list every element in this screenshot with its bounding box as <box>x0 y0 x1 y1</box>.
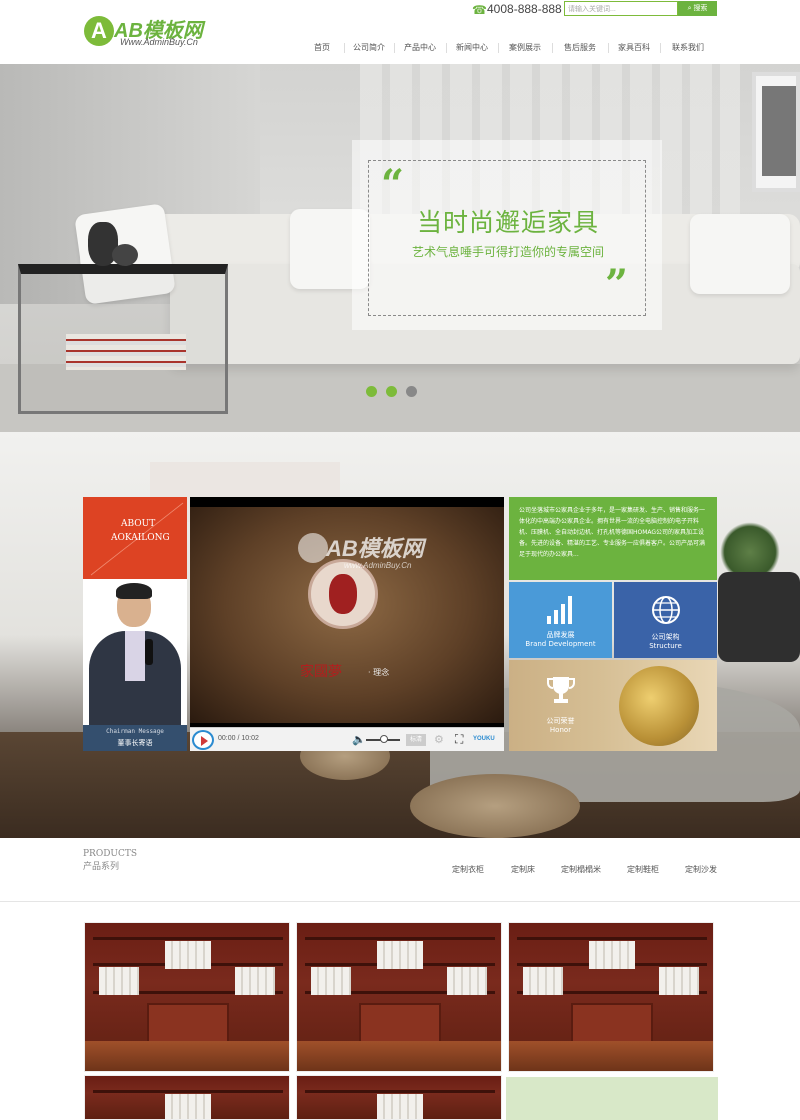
banner-picture-frame <box>752 72 800 192</box>
play-button[interactable] <box>192 730 214 750</box>
product-card[interactable] <box>296 1075 502 1120</box>
trophy-icon <box>547 677 575 703</box>
tile-label-cn: 公司荣誉 <box>546 717 575 725</box>
volume-icon[interactable]: 🔈 <box>352 733 366 746</box>
quality-button[interactable]: 标清 <box>406 734 426 746</box>
header: A AB模板网 Www.AdminBuy.Cn ☎4008-888-888 请输… <box>0 0 800 64</box>
search-input[interactable]: 请输入关键词... <box>564 1 678 16</box>
video-watermark-url: www.AdminBuy.Cn <box>344 561 412 570</box>
video-controls: 00:00 / 10:02 🔈 标清 ⚙ ⛶ YOUKU <box>190 727 504 751</box>
banner-quote-frame: “ 当时尚邂逅家具 艺术气息唾手可得打造你的专属空间 ” <box>368 160 646 316</box>
slider-dot-active[interactable] <box>366 386 377 397</box>
hotline: ☎4008-888-888 <box>472 2 562 16</box>
close-quote-icon: ” <box>605 261 629 308</box>
tab-shoe-cabinet[interactable]: 定制鞋柜 <box>627 864 659 875</box>
tab-tatami[interactable]: 定制榻榻米 <box>561 864 601 875</box>
product-card[interactable] <box>84 922 290 1072</box>
tile-honor[interactable]: 公司荣誉 Honor <box>509 660 717 751</box>
vase <box>112 244 138 266</box>
about-label-en: ABOUT <box>121 519 156 529</box>
chairman-photo-bg <box>83 579 187 725</box>
slider-dots <box>366 386 426 400</box>
about-intro-box[interactable]: 公司坐落城市公家具企业于多年，是一家集研发、生产、销售和服务一体化的中高端办公家… <box>509 497 717 580</box>
settings-icon[interactable]: ⚙ <box>434 733 444 746</box>
video-caption-sub: · 理念 <box>368 668 390 677</box>
product-card-placeholder <box>506 1077 718 1120</box>
tile-structure[interactable]: 公司架构 Structure <box>614 582 717 658</box>
nav-item-news[interactable]: 新闻中心 <box>446 38 498 58</box>
about-label-company: AOKAILONG <box>111 533 170 543</box>
chairman-message-bar[interactable]: Chairman Message 董事长寄语 <box>83 725 187 751</box>
video-screen[interactable]: AB模板网 www.AdminBuy.Cn 家國夢 · 理念 <box>190 507 504 723</box>
search-button-label: 搜索 <box>693 5 708 12</box>
tab-wardrobe[interactable]: 定制衣柜 <box>452 864 484 875</box>
slider-dot[interactable] <box>406 386 417 397</box>
tile-brand-development[interactable]: 品牌发展 Brand Development <box>509 582 612 658</box>
sofa-cushion <box>690 214 790 294</box>
volume-knob[interactable] <box>380 735 388 743</box>
chairman-message-cn: 董事长寄语 <box>117 739 153 747</box>
nav-item-about[interactable]: 公司简介 <box>344 38 394 58</box>
search-icon: ⌕ <box>687 5 692 12</box>
slider-dot[interactable] <box>386 386 397 397</box>
phone-icon: ☎ <box>472 3 487 17</box>
nav-item-service[interactable]: 售后服务 <box>552 38 608 58</box>
tab-bed[interactable]: 定制床 <box>511 864 535 875</box>
ottoman <box>410 774 580 838</box>
main-nav: 首页 公司简介 产品中心 新闻中心 案例展示 售后服务 家具百科 联系我们 <box>300 38 720 58</box>
logo-url: Www.AdminBuy.Cn <box>120 37 198 47</box>
armchair <box>718 572 800 662</box>
logo-icon: A <box>84 16 114 46</box>
products-title-en: PRODUCTS <box>83 849 138 859</box>
tile-label-en: Brand Development <box>525 640 596 648</box>
products-tabs: 定制衣柜 定制床 定制榻榻米 定制鞋柜 定制沙发 <box>430 864 730 878</box>
tile-label-cn: 公司架构 <box>651 633 680 641</box>
youku-logo[interactable]: YOUKU <box>473 736 495 742</box>
search-box: 请输入关键词... ⌕ 搜索 <box>564 1 717 16</box>
video-time: 00:00 / 10:02 <box>218 735 259 742</box>
nav-item-products[interactable]: 产品中心 <box>394 38 446 58</box>
logo[interactable]: A AB模板网 Www.AdminBuy.Cn <box>84 14 204 48</box>
video-player[interactable]: AB模板网 www.AdminBuy.Cn 家國夢 · 理念 00:00 / 1… <box>190 497 504 751</box>
nav-item-contact[interactable]: 联系我们 <box>660 38 716 58</box>
banner-subtitle: 艺术气息唾手可得打造你的专属空间 <box>411 245 604 259</box>
search-button[interactable]: ⌕ 搜索 <box>678 1 717 16</box>
nav-item-home[interactable]: 首页 <box>300 38 344 58</box>
nav-item-encyclopedia[interactable]: 家具百科 <box>608 38 660 58</box>
product-card[interactable] <box>84 1075 290 1120</box>
product-card[interactable] <box>508 922 714 1072</box>
video-watermark: AB模板网 <box>326 536 424 561</box>
person-shirt <box>125 631 145 681</box>
banner-title: 当时尚邂逅家具 <box>416 208 599 237</box>
product-card[interactable] <box>296 922 502 1072</box>
products-title-cn: 产品系列 <box>83 862 120 872</box>
globe-icon <box>652 596 680 624</box>
books <box>66 334 186 370</box>
chairman-message-en: Chairman Message <box>106 728 164 735</box>
bar-chart-icon <box>547 596 572 624</box>
banner-quote-box: “ 当时尚邂逅家具 艺术气息唾手可得打造你的专属空间 ” <box>352 140 662 330</box>
person-hair <box>116 583 152 599</box>
chairman-photo[interactable] <box>83 579 187 725</box>
open-quote-icon: “ <box>381 161 405 208</box>
tab-sofa[interactable]: 定制沙发 <box>685 864 717 875</box>
trophy-photo <box>619 666 699 746</box>
products-header: PRODUCTS 产品系列 定制衣柜 定制床 定制榻榻米 定制鞋柜 定制沙发 <box>0 838 800 902</box>
video-caption: 家國夢 <box>300 664 342 680</box>
microphone-icon <box>145 639 153 665</box>
hero-banner: “ 当时尚邂逅家具 艺术气息唾手可得打造你的专属空间 ” <box>0 64 800 432</box>
about-intro-text: 公司坐落城市公家具企业于多年，是一家集研发、生产、销售和服务一体化的中高端办公家… <box>519 507 706 558</box>
fullscreen-icon[interactable]: ⛶ <box>455 732 463 747</box>
tile-label-en: Structure <box>649 642 682 650</box>
about-label-box[interactable]: ABOUT AOKAILONG <box>83 497 187 579</box>
phone-number: 4008-888-888 <box>487 2 562 16</box>
page: A AB模板网 Www.AdminBuy.Cn ☎4008-888-888 请输… <box>0 0 800 1120</box>
tile-label-cn: 品牌发展 <box>546 631 575 639</box>
watermark-logo-icon <box>298 533 328 563</box>
nav-item-cases[interactable]: 案例展示 <box>498 38 552 58</box>
tile-label-en: Honor <box>549 726 572 734</box>
